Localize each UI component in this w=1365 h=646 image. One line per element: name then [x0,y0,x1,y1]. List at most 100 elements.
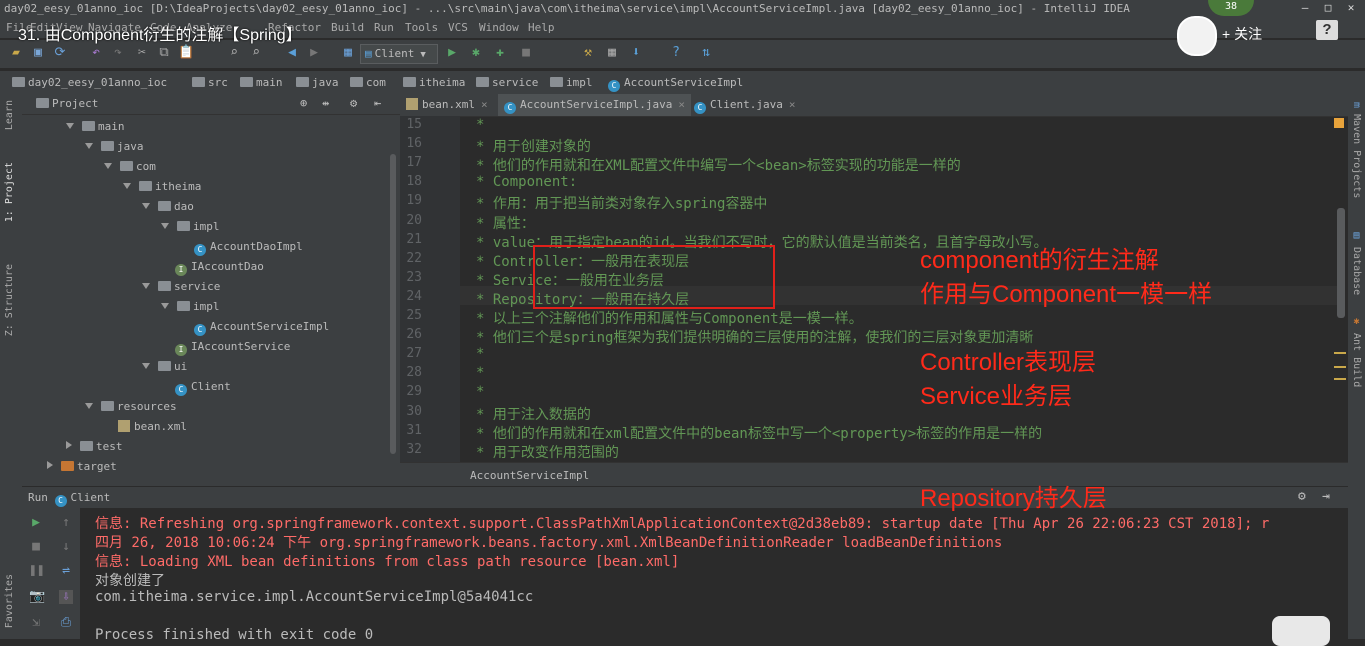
chevron-down-icon[interactable] [85,143,93,149]
tree-item[interactable]: target [47,460,117,473]
back-icon[interactable]: ◀ [284,45,300,61]
maximize-icon[interactable]: □ [1318,0,1338,16]
breadcrumb-com[interactable]: com [350,76,386,89]
tree-item[interactable]: bean.xml [104,420,187,433]
close-tab-icon[interactable]: × [481,98,488,111]
menu-window[interactable]: Window [479,21,519,34]
menu-run[interactable]: Run [374,21,394,34]
chevron-down-icon[interactable] [85,403,93,409]
tree-item[interactable]: I IAccountDao [161,260,264,276]
tree-item[interactable]: resources [85,400,177,413]
tab-client-java[interactable]: C Client.java × [688,94,801,116]
favorites-tool-tab[interactable]: Favorites [4,574,15,628]
database-tool-tab[interactable]: ▤ Database [1351,230,1362,295]
gear-icon[interactable]: ⚙ [1298,489,1306,504]
follow-button[interactable]: + 关注 [1222,24,1262,44]
close-tab-icon[interactable]: × [678,98,685,111]
tab-accountserviceimpl[interactable]: C AccountServiceImpl.java × [498,94,691,116]
chevron-down-icon[interactable] [142,363,150,369]
hide-panel-icon[interactable]: ⇥ [1322,489,1330,504]
project-tool-tab[interactable]: 1: Project [4,162,15,222]
tree-item[interactable]: ui [142,360,187,373]
maven-tool-tab[interactable]: m Maven Projects [1351,102,1362,198]
breadcrumb-class[interactable]: C AccountServiceImpl [608,76,743,92]
tree-item[interactable]: dao [142,200,194,213]
scroll-up-icon[interactable]: ↑ [59,516,73,530]
breadcrumb-service[interactable]: service [476,76,538,89]
avatar[interactable] [1177,16,1217,56]
run-config-select[interactable]: ▤ Client ▼ [360,44,438,64]
print-icon[interactable]: ⎙ [59,616,73,630]
open-folder-icon[interactable]: ▰ [8,45,24,61]
menu-help[interactable]: Help [528,21,555,34]
tree-item[interactable]: com [104,160,156,173]
chevron-down-icon[interactable] [161,303,169,309]
replace-icon[interactable]: ⌕ [248,45,264,61]
chevron-right-icon[interactable] [47,461,53,469]
settings-icon[interactable]: ⚒ [580,45,596,61]
cut-icon[interactable]: ✂ [134,45,150,61]
pause-icon[interactable]: ❚❚ [29,564,45,578]
save-icon[interactable]: ▣ [30,45,46,61]
sync-icon[interactable]: ⟳ [52,45,68,61]
undo-icon[interactable]: ↶ [88,45,104,61]
chevron-right-icon[interactable] [66,441,72,449]
collapse-icon[interactable]: ⇹ [322,96,329,110]
close-icon[interactable]: ✕ [1341,0,1361,16]
project-view-select[interactable]: Project [36,97,98,110]
chevron-down-icon[interactable] [123,183,131,189]
breadcrumb-itheima[interactable]: itheima [403,76,465,89]
tree-item[interactable]: test [66,440,123,453]
run-tab-title[interactable]: Run C Client [28,491,110,507]
stop-icon[interactable]: ■ [518,45,534,61]
rerun-icon[interactable]: ▶ [29,516,43,530]
minimize-icon[interactable]: — [1295,0,1315,16]
editor-breadcrumb[interactable]: AccountServiceImpl [470,469,589,482]
tree-item[interactable]: C Client [161,380,231,396]
help-button[interactable]: ? [1316,20,1338,40]
tree-item[interactable]: impl [161,300,220,313]
chevron-down-icon[interactable] [161,223,169,229]
breadcrumb-src[interactable]: src [192,76,228,89]
console-output[interactable]: 信息: Refreshing org.springframework.conte… [80,508,1348,643]
tree-item[interactable]: service [142,280,220,293]
redo-icon[interactable]: ↷ [110,45,126,61]
tree-item[interactable]: C AccountServiceImpl [180,320,329,336]
tab-bean-xml[interactable]: bean.xml × [400,94,494,116]
chevron-down-icon[interactable] [66,123,74,129]
soft-wrap-icon[interactable]: ⇌ [59,564,73,578]
editor-scrollbar[interactable] [1337,208,1345,318]
paste-icon[interactable]: 📋 [178,45,194,61]
breadcrumb-project[interactable]: day02_eesy_01anno_ioc [12,76,167,89]
project-structure-icon[interactable]: ▦ [604,45,620,61]
tree-item[interactable]: java [85,140,144,153]
build-icon[interactable]: ▦ [340,45,356,61]
breadcrumb-main[interactable]: main [240,76,283,89]
vcs-icon[interactable]: ⇅ [698,45,714,61]
chevron-down-icon[interactable] [104,163,112,169]
forward-icon[interactable]: ▶ [306,45,322,61]
tree-item[interactable]: I IAccountService [161,340,290,356]
scroll-to-end-icon[interactable]: ⇩ [59,590,73,604]
scroll-down-icon[interactable]: ↓ [59,540,73,554]
menu-vcs[interactable]: VCS [448,21,468,34]
gear-icon[interactable]: ⚙ [350,96,357,110]
ant-tool-tab[interactable]: ✱ Ant Build [1351,316,1362,387]
tree-item[interactable]: impl [161,220,220,233]
menu-build[interactable]: Build [331,21,364,34]
chevron-down-icon[interactable] [142,203,150,209]
debug-icon[interactable]: ✱ [468,45,484,61]
coverage-icon[interactable]: ✚ [492,45,508,61]
warning-marker-icon[interactable] [1334,118,1344,128]
locate-icon[interactable]: ⊕ [300,96,307,110]
run-icon[interactable]: ▶ [444,45,460,61]
chevron-down-icon[interactable] [142,283,150,289]
tree-item[interactable]: main [66,120,125,133]
copy-icon[interactable]: ⧉ [156,45,172,61]
stop-icon[interactable]: ■ [29,540,43,554]
structure-tool-tab[interactable]: Z: Structure [4,264,15,336]
sdk-icon[interactable]: ⬇ [628,45,644,61]
breadcrumb-java[interactable]: java [296,76,339,89]
hide-panel-icon[interactable]: ⇤ [374,96,381,110]
tree-item[interactable]: C AccountDaoImpl [180,240,303,256]
